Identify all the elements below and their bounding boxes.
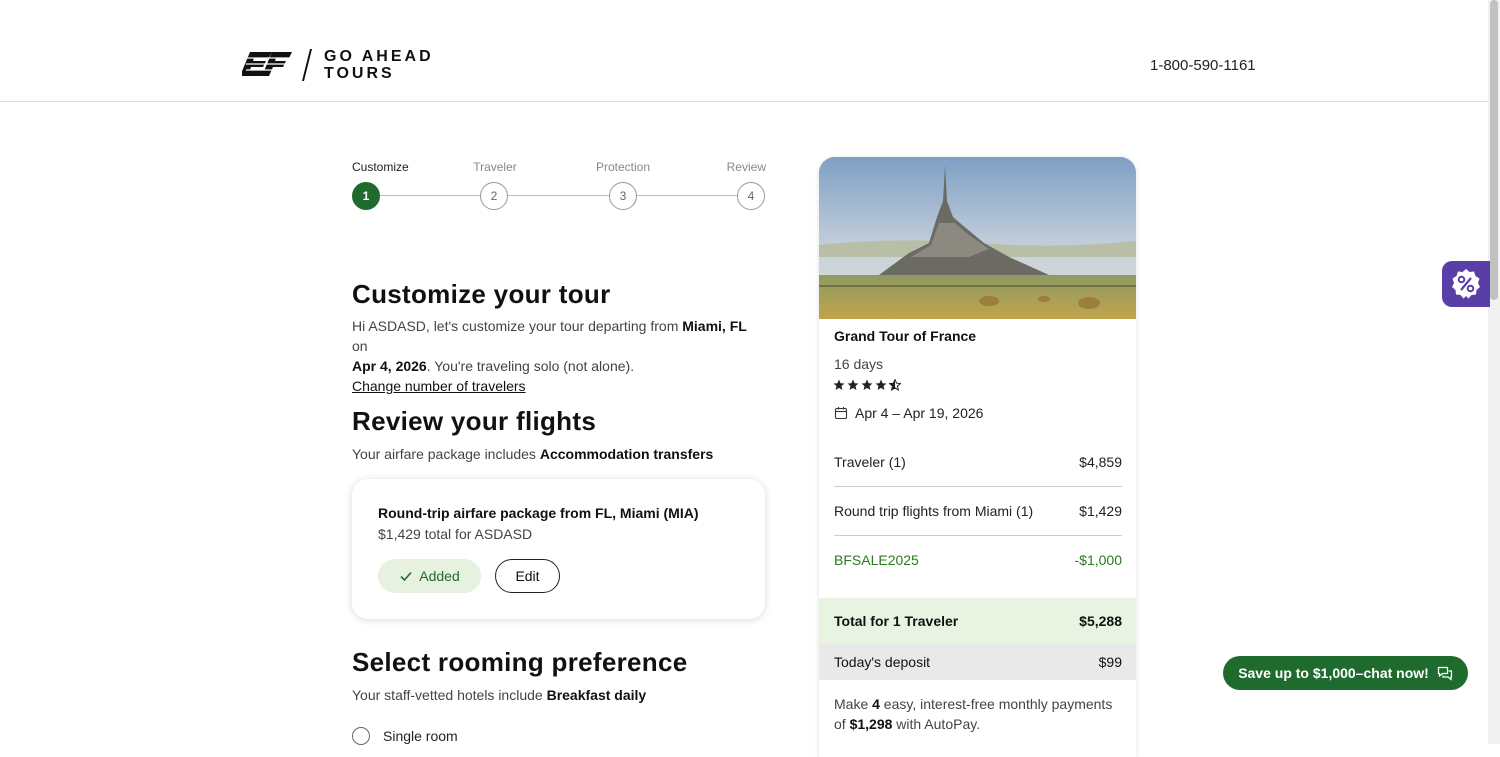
price-line-label: Traveler (1)	[834, 454, 906, 470]
scrollbar-thumb[interactable]	[1490, 0, 1498, 300]
step-traveler[interactable]: Traveler 2	[466, 160, 524, 210]
deposit-label: Today's deposit	[834, 654, 931, 670]
departure-city: Miami, FL	[682, 318, 747, 334]
percent-badge-icon	[1452, 269, 1480, 299]
price-line-traveler: Traveler (1) $4,859	[834, 454, 1122, 470]
rooming-subtitle-text: Your staff-vetted hotels include	[352, 687, 547, 703]
step-label: Protection	[595, 160, 651, 174]
rooming-subtitle-bold: Breakfast daily	[546, 687, 647, 703]
room-option-radio[interactable]	[352, 727, 370, 745]
deposit-amount: $99	[1098, 654, 1122, 670]
flight-card-subtitle: $1,429 total for ASDASD	[378, 526, 533, 542]
added-button[interactable]: Added	[378, 559, 481, 593]
price-line-label: Round trip flights from Miami (1)	[834, 503, 1034, 519]
departure-date: Apr 4, 2026	[352, 358, 427, 374]
price-line-promo: BFSALE2025 -$1,000	[834, 552, 1122, 568]
star-icon	[861, 379, 873, 390]
site-logo[interactable]: GO AHEAD TOURS	[242, 48, 434, 82]
total-amount: $5,288	[1079, 613, 1122, 629]
tour-name: Grand Tour of France	[834, 328, 977, 344]
tour-dates-text: Apr 4 – Apr 19, 2026	[855, 405, 984, 421]
step-label: Review	[726, 160, 766, 174]
logo-text-line1: GO AHEAD	[324, 48, 434, 65]
chat-now-button[interactable]: Save up to $1,000–chat now!	[1223, 656, 1468, 690]
edit-flights-button[interactable]: Edit	[495, 559, 560, 593]
autopay-count: 4	[872, 696, 880, 712]
half-star-icon	[889, 379, 901, 391]
chat-bubble-icon	[1437, 666, 1452, 681]
trip-summary-card: Grand Tour of France 16 days Apr 4 – Apr…	[819, 157, 1136, 757]
deposit-row: Today's deposit $99	[819, 644, 1136, 680]
summary-divider	[834, 486, 1122, 487]
page-scrollbar[interactable]	[1488, 0, 1500, 744]
flights-subtitle: Your airfare package includes Accommodat…	[352, 444, 713, 464]
step-review[interactable]: Review 4	[712, 160, 766, 210]
flight-package-card: Round-trip airfare package from FL, Miam…	[352, 479, 765, 619]
intro-on: on	[352, 338, 368, 354]
autopay-text-post: with AutoPay.	[892, 716, 981, 732]
customize-intro: Hi ASDASD, let's customize your tour dep…	[352, 316, 766, 396]
promo-code-label: BFSALE2025	[834, 552, 919, 568]
step-number: 3	[609, 182, 637, 210]
logo-divider	[302, 49, 312, 81]
step-label: Traveler	[473, 160, 517, 174]
step-label: Customize	[352, 160, 409, 174]
tour-duration: 16 days	[834, 356, 884, 372]
customize-title: Customize your tour	[352, 279, 611, 309]
promo-discount-amount: -$1,000	[1074, 552, 1122, 568]
rooming-title: Select rooming preference	[352, 647, 688, 677]
intro-solo: . You're traveling solo (not alone).	[426, 358, 635, 374]
logo-text-line2: TOURS	[324, 65, 395, 82]
price-line-flights: Round trip flights from Miami (1) $1,429	[834, 503, 1122, 519]
change-travelers-link[interactable]: Change number of travelers	[352, 376, 526, 396]
star-icon	[833, 379, 845, 390]
discount-tab[interactable]	[1442, 261, 1490, 307]
calendar-icon	[834, 407, 848, 420]
flights-subtitle-bold: Accommodation transfers	[539, 446, 714, 462]
logo-text: GO AHEAD TOURS	[324, 48, 434, 82]
step-protection[interactable]: Protection 3	[588, 160, 658, 210]
check-icon	[400, 571, 412, 582]
intro-text: Hi ASDASD, let's customize your tour dep…	[352, 318, 683, 334]
autopay-amount: $1,298	[849, 716, 893, 732]
step-number: 2	[480, 182, 508, 210]
added-label: Added	[419, 568, 460, 584]
summary-divider	[834, 535, 1122, 536]
site-header: GO AHEAD TOURS 1-800-590-1161	[0, 0, 1488, 102]
flight-card-title: Round-trip airfare package from FL, Miam…	[378, 505, 699, 521]
checkout-stepper: Customize 1 Traveler 2 Protection 3 Revi…	[352, 160, 766, 212]
room-option-single[interactable]: Single room	[352, 727, 458, 745]
step-customize[interactable]: Customize 1	[352, 160, 410, 210]
price-line-amount: $4,859	[1079, 454, 1122, 470]
step-number: 1	[352, 182, 380, 210]
phone-number-link[interactable]: 1-800-590-1161	[1150, 57, 1256, 74]
flights-title: Review your flights	[352, 406, 597, 436]
rooming-subtitle: Your staff-vetted hotels include Breakfa…	[352, 685, 646, 705]
autopay-note: Make 4 easy, interest-free monthly payme…	[834, 694, 1126, 734]
total-label: Total for 1 Traveler	[834, 613, 959, 629]
room-option-label: Single room	[383, 728, 458, 744]
ef-logo-icon	[242, 52, 292, 76]
tour-rating	[833, 379, 901, 391]
mont-saint-michel-image	[819, 157, 1136, 319]
tour-dates: Apr 4 – Apr 19, 2026	[834, 405, 983, 421]
star-icon	[847, 379, 859, 390]
chat-now-label: Save up to $1,000–chat now!	[1238, 665, 1429, 681]
flights-subtitle-text: Your airfare package includes	[352, 446, 540, 462]
total-row: Total for 1 Traveler $5,288	[819, 598, 1136, 644]
star-icon	[875, 379, 887, 390]
stepper-line	[366, 195, 752, 196]
step-number: 4	[737, 182, 765, 210]
autopay-text: Make	[834, 696, 873, 712]
tour-photo	[819, 157, 1136, 319]
price-line-amount: $1,429	[1079, 503, 1122, 519]
